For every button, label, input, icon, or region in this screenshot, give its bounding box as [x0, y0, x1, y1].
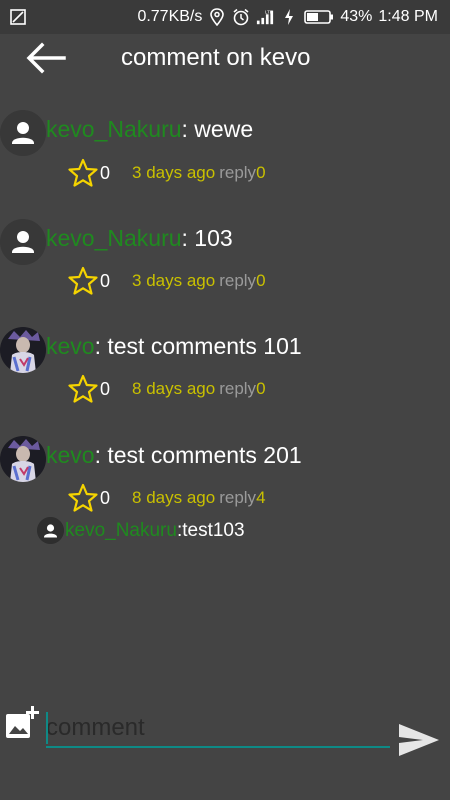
text-cursor [46, 712, 48, 744]
reply-text: test103 [182, 519, 245, 541]
user-photo-avatar[interactable] [0, 436, 46, 482]
comment-time: 8 days ago [132, 379, 216, 398]
comment-username[interactable]: kevo [46, 333, 95, 359]
status-bar: 0.77KB/s LTE 43% 1:48 PM [0, 0, 450, 34]
reply-username[interactable]: kevo_Nakuru [65, 520, 177, 542]
location-icon [210, 8, 225, 26]
comment-username[interactable]: kevo_Nakuru [46, 225, 182, 251]
reply-link[interactable]: reply [219, 488, 256, 508]
comment-text: 103 [187, 225, 233, 251]
page-title: comment on kevo [121, 44, 311, 71]
comment-input[interactable] [46, 710, 390, 748]
star-icon[interactable] [68, 266, 98, 296]
app-bar: comment on kevo [0, 34, 450, 84]
reply-link[interactable]: reply [219, 271, 256, 291]
star-icon[interactable] [68, 374, 98, 404]
reply-item: kevo_Nakuru: test103 [37, 517, 245, 544]
clock: 1:48 PM [378, 8, 438, 25]
star-icon[interactable] [68, 483, 98, 513]
reply-count: 0 [256, 163, 266, 182]
comment-username[interactable]: kevo_Nakuru [46, 116, 182, 142]
user-photo-avatar[interactable] [0, 327, 46, 373]
comment-time: 3 days ago [132, 271, 216, 290]
battery-level: 43% [340, 8, 373, 25]
comment-text: test comments 101 [100, 333, 302, 359]
screenshot-icon [10, 9, 26, 25]
signal-icon: LTE [257, 9, 274, 25]
back-arrow-icon[interactable] [24, 40, 68, 76]
network-speed: 0.77KB/s [137, 8, 203, 25]
like-count: 0 [100, 162, 111, 183]
network-type: LTE [265, 9, 273, 14]
like-count: 0 [100, 378, 111, 399]
comment-text: test comments 201 [100, 442, 302, 468]
battery-icon [304, 10, 334, 24]
charging-icon [285, 9, 294, 25]
like-count: 0 [100, 487, 111, 508]
reply-link[interactable]: reply [219, 379, 256, 399]
default-user-avatar-icon[interactable] [0, 219, 46, 265]
reply-count: 4 [256, 488, 266, 507]
reply-link[interactable]: reply [219, 163, 256, 183]
comment-time: 8 days ago [132, 488, 216, 507]
reply-count: 0 [256, 271, 266, 290]
comment-username[interactable]: kevo [46, 442, 95, 468]
alarm-icon [233, 8, 249, 26]
default-user-avatar-icon[interactable] [37, 517, 64, 544]
star-icon[interactable] [68, 158, 98, 188]
comment-text: wewe [187, 116, 254, 142]
default-user-avatar-icon[interactable] [0, 110, 46, 156]
add-image-icon[interactable] [5, 706, 39, 740]
reply-count: 0 [256, 379, 266, 398]
send-icon[interactable] [397, 722, 441, 758]
comment-time: 3 days ago [132, 163, 216, 182]
like-count: 0 [100, 270, 111, 291]
